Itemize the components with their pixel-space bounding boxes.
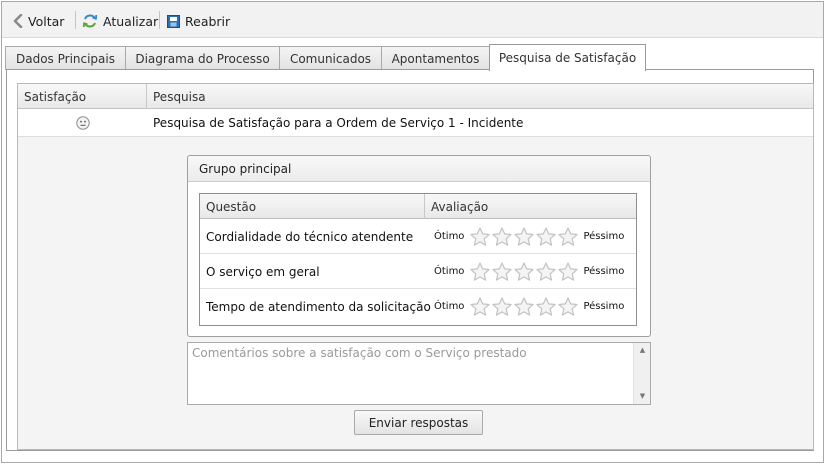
- refresh-label: Atualizar: [103, 13, 159, 29]
- star-icon[interactable]: [469, 226, 491, 248]
- question-text: Tempo de atendimento da solicitação: [206, 299, 431, 314]
- reopen-label: Reabrir: [185, 13, 231, 29]
- back-label: Voltar: [28, 13, 65, 29]
- reopen-icon: [167, 14, 180, 28]
- star-rating-stars: [469, 296, 579, 318]
- star-rating: Ótimo Péssimo: [434, 219, 624, 254]
- group-title: Grupo principal: [188, 156, 650, 182]
- refresh-button[interactable]: Atualizar: [82, 11, 158, 31]
- tab-label: Apontamentos: [391, 51, 480, 66]
- star-icon[interactable]: [535, 226, 557, 248]
- column-header-avaliacao[interactable]: Avaliação: [425, 194, 636, 219]
- best-label: Ótimo: [434, 301, 465, 312]
- star-rating-stars: [469, 226, 579, 248]
- chevron-left-icon: [13, 14, 23, 28]
- tab-label: Dados Principais: [15, 51, 115, 66]
- tab-comunicados[interactable]: Comunicados: [279, 46, 382, 70]
- submit-answers-button[interactable]: Enviar respostas: [354, 410, 483, 435]
- table-row[interactable]: Pesquisa de Satisfação para a Ordem de S…: [18, 109, 813, 137]
- app-window: Voltar Atualizar Reabrir Dados Principai…: [1, 1, 824, 463]
- column-header-questao[interactable]: Questão: [200, 194, 425, 219]
- column-header-label: Satisfação: [24, 89, 87, 104]
- questions-table: Questão Avaliação Cordialidade do técnic…: [199, 193, 637, 326]
- questions-table-header: Questão Avaliação: [200, 194, 636, 219]
- toolbar: Voltar Atualizar Reabrir: [2, 2, 823, 38]
- column-header-satisfacao[interactable]: Satisfação: [18, 84, 147, 109]
- star-icon[interactable]: [535, 261, 557, 283]
- comments-textarea[interactable]: [188, 343, 633, 404]
- tab-label: Comunicados: [289, 51, 372, 66]
- question-row: Tempo de atendimento da solicitação Ótim…: [200, 289, 636, 324]
- star-icon[interactable]: [557, 261, 579, 283]
- scroll-down-icon[interactable]: ▼: [638, 392, 647, 401]
- star-icon[interactable]: [491, 226, 513, 248]
- comments-box: ▲ ▼: [187, 342, 651, 405]
- star-rating-stars: [469, 261, 579, 283]
- column-header-label: Questão: [206, 199, 257, 214]
- question-row: O serviço em geral Ótimo Péssimo: [200, 254, 636, 289]
- tab-pesquisa-de-satisfacao[interactable]: Pesquisa de Satisfação: [489, 44, 646, 71]
- best-label: Ótimo: [434, 266, 465, 277]
- star-icon[interactable]: [535, 296, 557, 318]
- satisfaction-cell: [18, 109, 147, 137]
- toolbar-divider: [75, 11, 76, 29]
- tab-diagrama-do-processo[interactable]: Diagrama do Processo: [125, 46, 280, 70]
- star-icon[interactable]: [513, 261, 535, 283]
- star-icon[interactable]: [491, 261, 513, 283]
- refresh-icon: [82, 14, 98, 28]
- tab-dados-principais[interactable]: Dados Principais: [5, 46, 126, 70]
- survey-container: Satisfação Pesquisa Pesquisa de Satisfaç…: [17, 83, 814, 450]
- star-icon[interactable]: [513, 226, 535, 248]
- column-header-label: Avaliação: [431, 199, 489, 214]
- star-icon[interactable]: [491, 296, 513, 318]
- star-icon[interactable]: [513, 296, 535, 318]
- survey-title-cell: Pesquisa de Satisfação para a Ordem de S…: [153, 116, 524, 130]
- tab-label: Pesquisa de Satisfação: [498, 51, 637, 65]
- tab-apontamentos[interactable]: Apontamentos: [381, 46, 490, 70]
- star-rating: Ótimo Péssimo: [434, 289, 624, 324]
- star-icon[interactable]: [469, 296, 491, 318]
- worst-label: Péssimo: [583, 266, 625, 277]
- tab-label: Diagrama do Processo: [135, 51, 270, 66]
- best-label: Ótimo: [434, 231, 465, 242]
- tab-content-panel: Satisfação Pesquisa Pesquisa de Satisfaç…: [6, 69, 814, 451]
- back-button[interactable]: Voltar: [13, 11, 64, 31]
- question-text: Cordialidade do técnico atendente: [206, 229, 414, 244]
- column-header-pesquisa[interactable]: Pesquisa: [147, 84, 813, 109]
- worst-label: Péssimo: [583, 231, 625, 242]
- column-header-label: Pesquisa: [153, 89, 206, 104]
- star-rating: Ótimo Péssimo: [434, 254, 624, 289]
- star-icon[interactable]: [557, 226, 579, 248]
- star-icon[interactable]: [557, 296, 579, 318]
- reopen-button[interactable]: Reabrir: [167, 11, 230, 31]
- toolbar-divider: [159, 11, 160, 29]
- question-row: Cordialidade do técnico atendente Ótimo …: [200, 219, 636, 254]
- question-group: Grupo principal Questão Avaliação Cordia…: [187, 155, 651, 337]
- scroll-up-icon[interactable]: ▲: [638, 346, 647, 355]
- star-icon[interactable]: [469, 261, 491, 283]
- tab-strip: Dados Principais Diagrama do Processo Co…: [2, 44, 823, 71]
- question-text: O serviço em geral: [206, 264, 320, 279]
- vertical-scrollbar[interactable]: ▲ ▼: [633, 343, 650, 404]
- neutral-face-icon: [75, 116, 90, 130]
- survey-grid-header: Satisfação Pesquisa: [18, 84, 813, 109]
- worst-label: Péssimo: [583, 301, 625, 312]
